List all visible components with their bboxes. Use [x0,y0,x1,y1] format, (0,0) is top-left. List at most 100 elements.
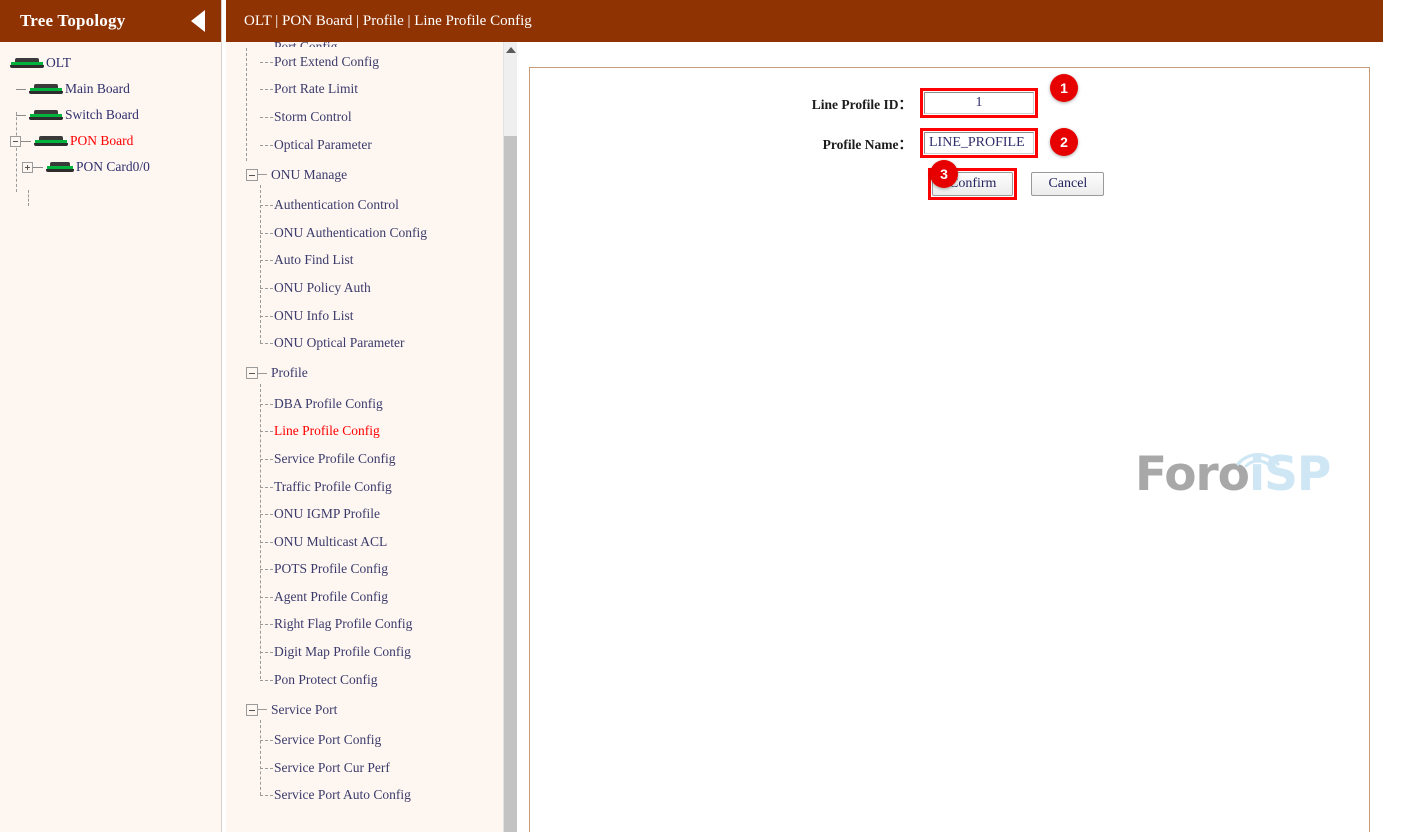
menu-item-authentication-control[interactable]: Authentication Control [240,191,516,219]
menu-item-traffic-profile-config[interactable]: Traffic Profile Config [240,473,516,501]
menu-item-clipped[interactable]: Port Config [274,42,337,47]
menu-item-service-port-config[interactable]: Service Port Config [240,726,516,754]
navigation-menu: Port Config Port Extend Config Port Rate… [226,42,516,832]
tree-node-switch-board[interactable]: Switch Board [0,102,221,128]
menu-item-label: Agent Profile Config [274,588,388,604]
breadcrumb: OLT | PON Board | Profile | Line Profile… [244,12,532,29]
tree-expander-minus-icon[interactable] [10,135,21,147]
menu-item-label: ONU Optical Parameter [274,335,405,351]
menu-group-header-onu-manage[interactable]: ONU Manage [240,158,516,191]
menu-item-right-flag-profile-config[interactable]: Right Flag Profile Config [240,611,516,639]
menu-item-port-rate-limit[interactable]: Port Rate Limit [240,76,516,104]
menu-group-label: Service Port [271,701,338,717]
menu-item-onu-igmp-profile[interactable]: ONU IGMP Profile [240,500,516,528]
menu-expander-minus-icon[interactable] [246,367,258,380]
menu-item-label: Optical Parameter [274,136,372,152]
menu-item-service-port-auto-config[interactable]: Service Port Auto Config [240,782,516,810]
profile-name-label: Profile Name： [822,137,912,152]
scrollbar-thumb[interactable] [504,136,518,832]
tree-branch-line [21,140,31,142]
menu-branch-line [260,205,273,207]
menu-group-label: ONU Manage [271,166,348,182]
menu-item-label: Port Rate Limit [274,81,358,97]
menu-expander-minus-icon[interactable] [246,168,258,181]
collapse-sidebar-icon[interactable] [191,10,205,32]
card-icon [46,161,74,173]
tree-node-pon-board[interactable]: PON Board [0,128,221,154]
app-root: Tree Topology OLT Main Board Switch Boar… [0,0,1401,832]
menu-item-storm-control[interactable]: Storm Control [240,103,516,131]
menu-group-label: Profile [271,365,308,381]
menu-branch-line [260,486,273,488]
menu-item-label: Service Profile Config [274,450,396,466]
menu-group-header-service-port[interactable]: Service Port [240,693,516,726]
menu-item-optical-parameter[interactable]: Optical Parameter [240,131,516,159]
menu-item-label: ONU Authentication Config [274,224,427,240]
board-icon [29,83,63,95]
scroll-up-button[interactable] [504,42,518,58]
menu-branch-line [260,431,273,433]
menu-item-onu-info-list[interactable]: ONU Info List [240,302,516,330]
menu-item-onu-optical-parameter[interactable]: ONU Optical Parameter [240,329,516,357]
callout-badge-2: 2 [1050,128,1078,156]
menu-item-pots-profile-config[interactable]: POTS Profile Config [240,556,516,584]
menu-item-line-profile-config[interactable]: Line Profile Config [240,418,516,446]
menu-item-label: Right Flag Profile Config [274,616,413,632]
menu-item-port-extend-config[interactable]: Port Extend Config [240,48,516,76]
menu-branch-line [260,652,273,654]
line-profile-id-input[interactable] [924,92,1034,114]
menu-branch-line [258,709,267,711]
tree-topology-title: Tree Topology [20,11,126,30]
menu-item-pon-protect-config[interactable]: Pon Protect Config [240,666,516,694]
menu-item-digit-map-profile-config[interactable]: Digit Map Profile Config [240,638,516,666]
menu-item-label: Port Extend Config [274,53,379,69]
tree-node-label: PON Board [70,133,134,148]
menu-expander-minus-icon[interactable] [246,703,258,716]
menu-branch-line [260,596,273,598]
tree-branch-line [16,114,26,116]
menu-branch-line [260,569,273,571]
watermark-text-primary: Foro [1135,447,1250,502]
menu-item-onu-multicast-acl[interactable]: ONU Multicast ACL [240,528,516,556]
menu-item-agent-profile-config[interactable]: Agent Profile Config [240,583,516,611]
menu-item-label: Authentication Control [274,197,399,213]
tree-topology-header: Tree Topology [0,0,221,42]
menu-item-onu-policy-auth[interactable]: ONU Policy Auth [240,274,516,302]
tree-branch-line [16,88,26,90]
menu-branch-line [260,287,273,289]
callout-badge-3: 3 [930,160,958,188]
tree-node-label: Switch Board [65,107,139,122]
menu-item-label: Line Profile Config [274,423,380,439]
menu-group-onu-manage: ONU Manage Authentication Control ONU Au… [240,158,516,357]
menu-item-label: Service Port Auto Config [274,787,411,803]
menu-item-label: Pon Protect Config [274,671,378,687]
callout-badge-1: 1 [1050,74,1078,102]
profile-name-input[interactable] [924,132,1034,154]
line-profile-id-highlight [920,88,1038,118]
menu-item-label: Traffic Profile Config [274,478,392,494]
menu-item-label: ONU Policy Auth [274,279,371,295]
menu-item-label: DBA Profile Config [274,395,383,411]
tree-branch-line [33,166,43,168]
menu-item-service-port-cur-perf[interactable]: Service Port Cur Perf [240,754,516,782]
menu-item-service-profile-config[interactable]: Service Profile Config [240,445,516,473]
tree-node-main-board[interactable]: Main Board [0,76,221,102]
tree-node-olt[interactable]: OLT [0,50,221,76]
cancel-button[interactable]: Cancel [1031,172,1105,196]
menu-item-dba-profile-config[interactable]: DBA Profile Config [240,390,516,418]
menu-branch-line [260,260,273,262]
menu-item-label: Storm Control [274,108,352,124]
tree-node-pon-card[interactable]: PON Card0/0 [0,154,221,180]
tree-topology-panel: Tree Topology OLT Main Board Switch Boar… [0,0,222,832]
profile-name-highlight [920,128,1038,158]
tree-connector [28,190,29,206]
menu-branch-line [260,458,273,460]
menu-group-header-profile[interactable]: Profile [240,357,516,390]
menu-scrollbar[interactable] [503,42,518,832]
menu-item-auto-find-list[interactable]: Auto Find List [240,247,516,275]
menu-branch-line [260,61,273,63]
foroisp-watermark: ForoiSP [1135,440,1335,510]
tree-expander-plus-icon[interactable] [22,161,33,173]
menu-item-onu-authentication-config[interactable]: ONU Authentication Config [240,219,516,247]
menu-item-label: POTS Profile Config [274,561,389,577]
